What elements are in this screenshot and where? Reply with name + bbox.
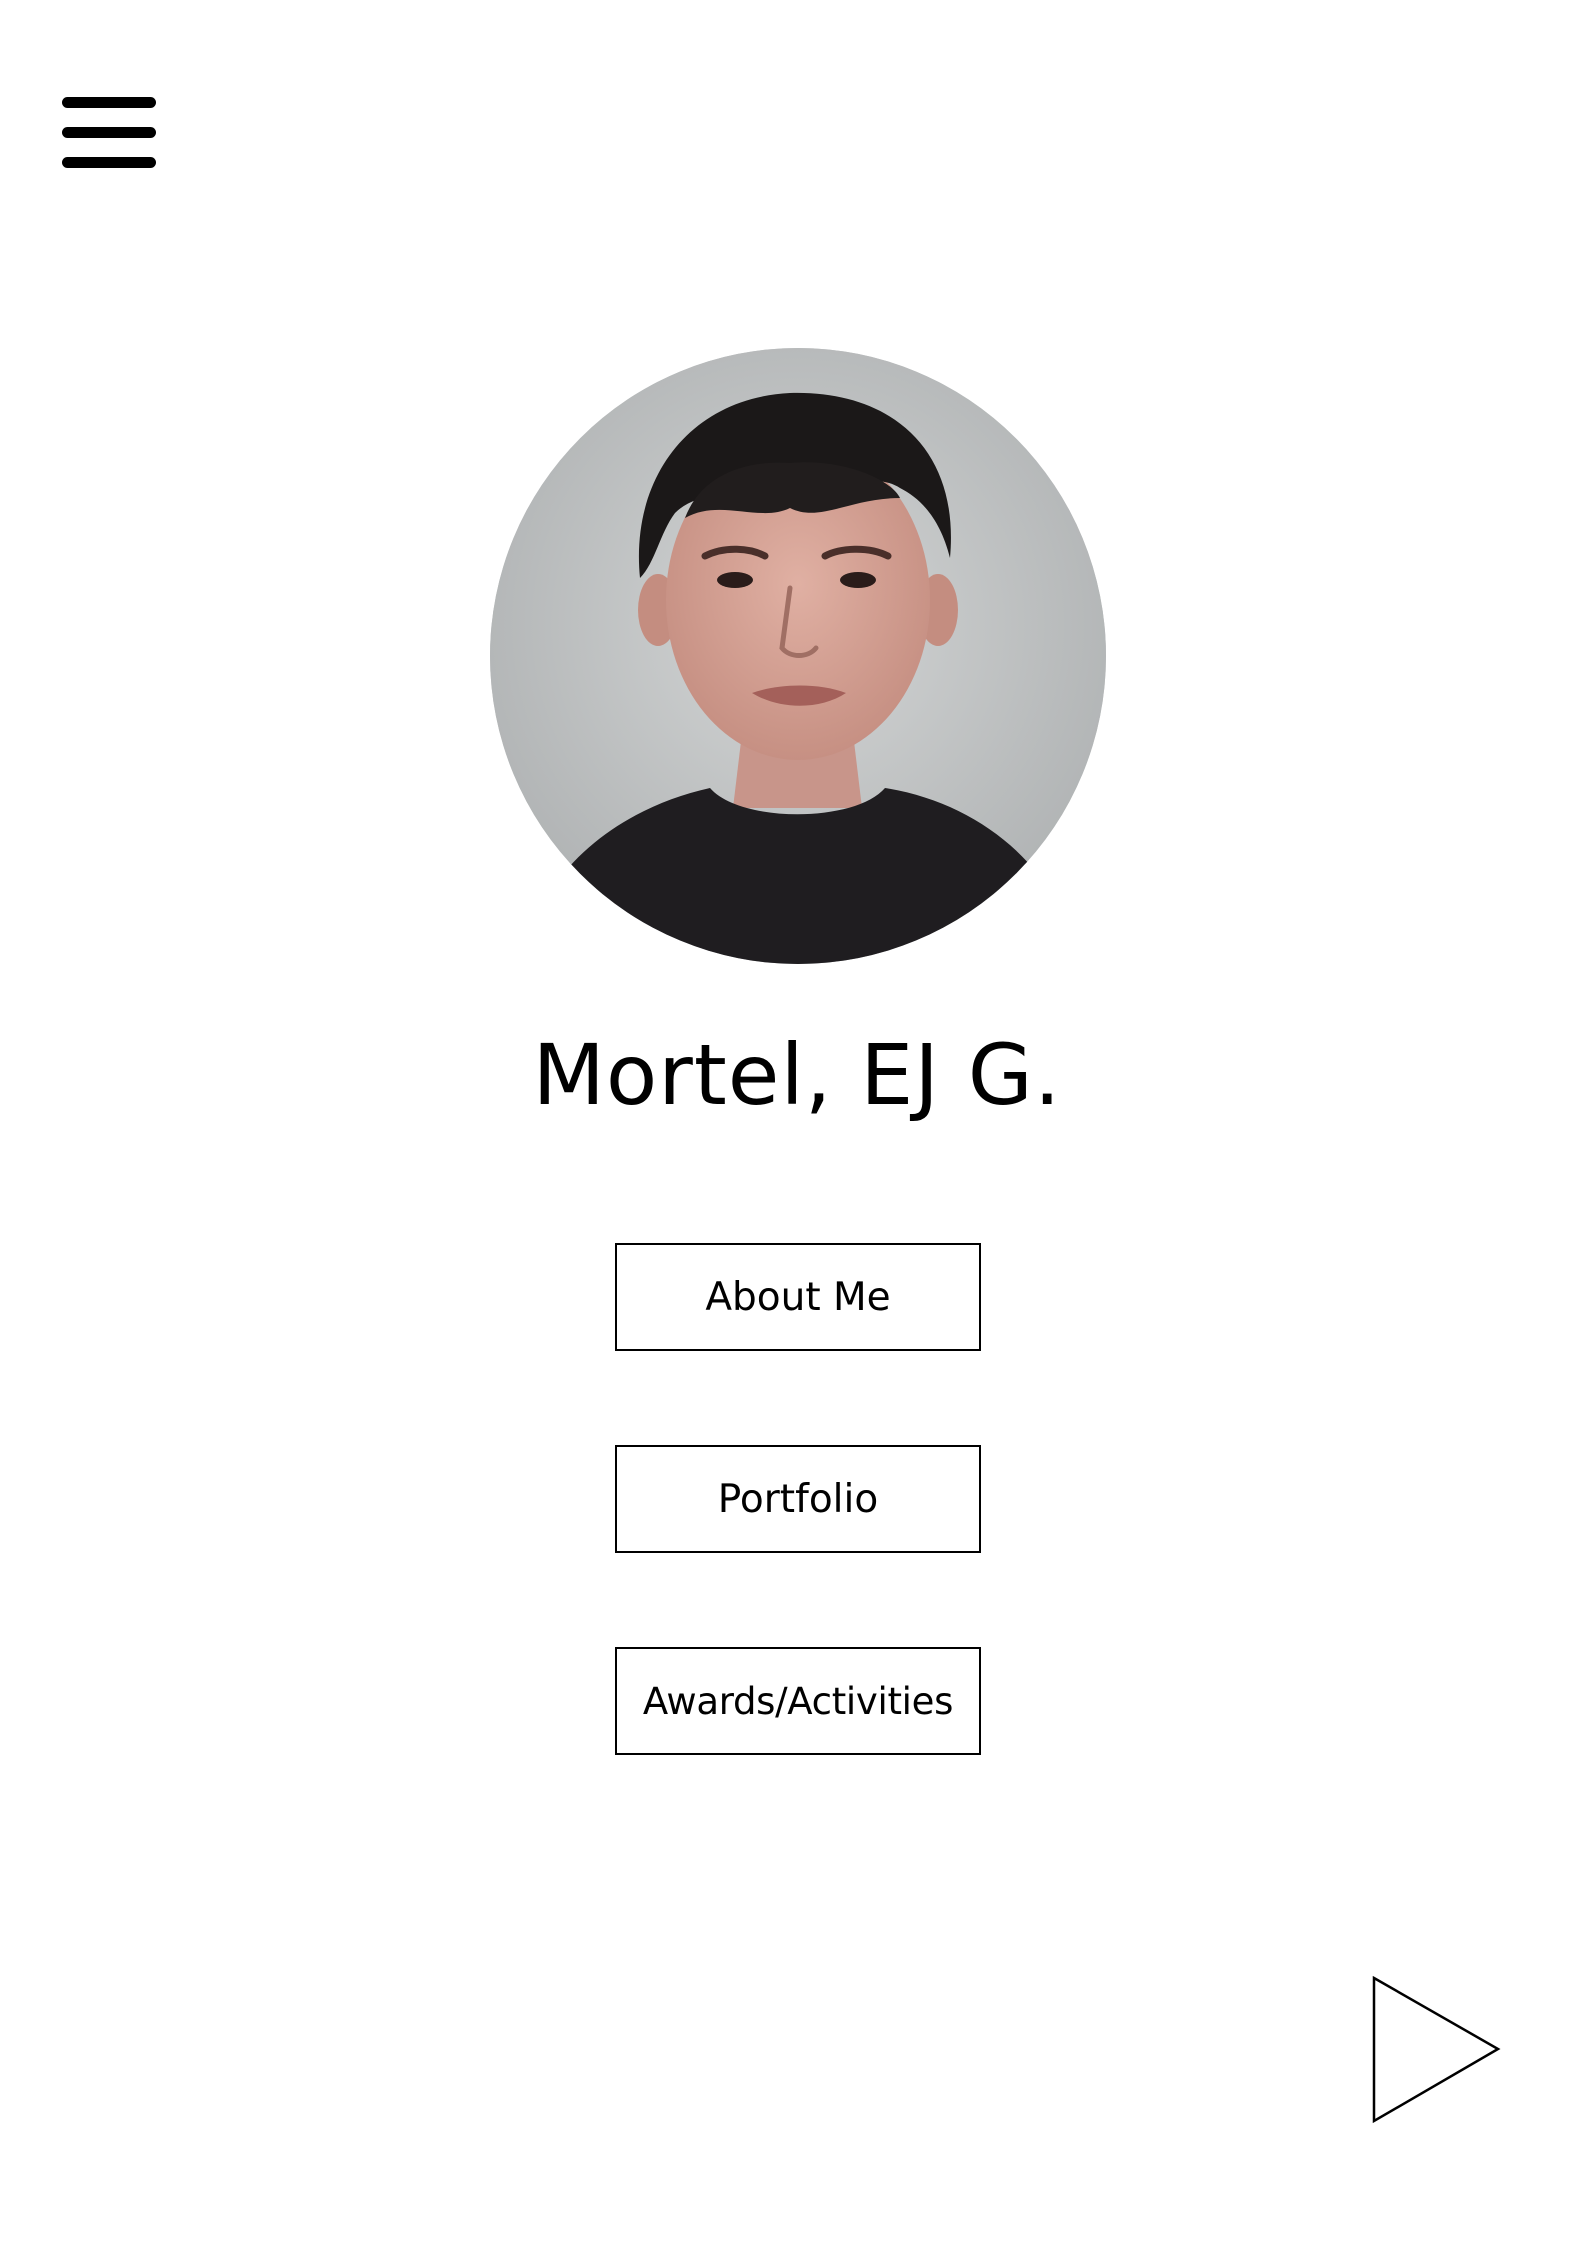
profile-photo: [490, 348, 1106, 964]
profile-photo-avatar: [490, 348, 1106, 964]
play-arrow-icon: [1372, 1975, 1501, 2124]
profile-name: Mortel, EJ G.: [532, 1026, 1062, 1124]
portfolio-button[interactable]: Portfolio: [615, 1445, 981, 1553]
hamburger-menu-icon: [62, 97, 156, 168]
hamburger-menu-button[interactable]: [62, 97, 156, 169]
about-me-button[interactable]: About Me: [615, 1243, 981, 1351]
next-page-button[interactable]: [1370, 1975, 1502, 2125]
awards-activities-button[interactable]: Awards/Activities: [615, 1647, 981, 1755]
